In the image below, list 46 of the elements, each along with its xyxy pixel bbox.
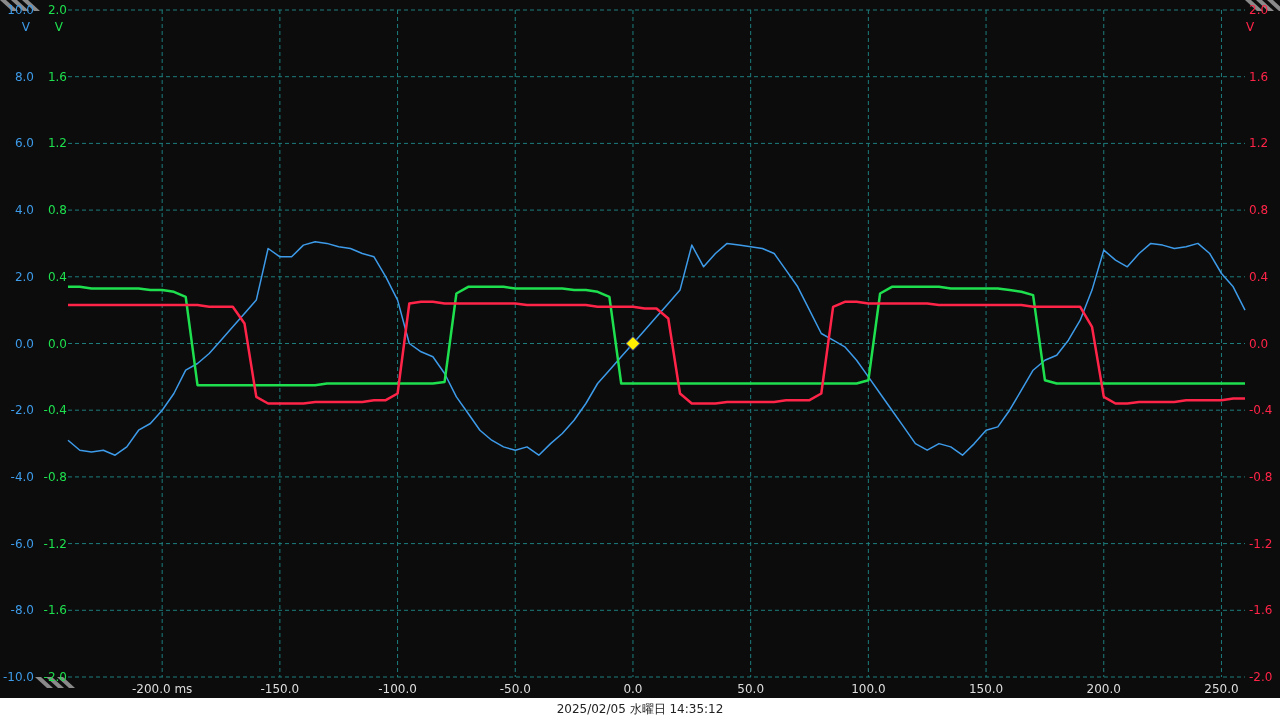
axis-tick-label: -4.0 (10, 469, 34, 484)
axis-tick-label: -200.0 ms (131, 682, 193, 696)
axis-tick-label: -0.8 (1249, 469, 1273, 484)
axis-tick-label: 200.0 (1086, 682, 1121, 696)
axis-tick-label: -1.2 (1249, 536, 1273, 551)
axis-tick-label: -8.0 (10, 603, 34, 618)
axis-tick-label: -6.0 (10, 536, 34, 551)
axis-unit-label: V (54, 20, 63, 34)
axis-tick-label: 0.4 (1249, 269, 1269, 284)
axis-tick-label: -100.0 (378, 682, 417, 696)
axis-tick-label: -50.0 (499, 682, 531, 696)
axis-tick-label: 2.0 (14, 269, 34, 284)
axis-tick-label: -1.6 (43, 603, 67, 618)
axis-tick-label: 8.0 (14, 69, 34, 84)
axis-unit-label: V (21, 20, 30, 34)
axis-tick-label: -2.0 (1249, 670, 1273, 684)
axis-tick-label: -150.0 (260, 682, 300, 696)
axis-tick-label: -1.2 (43, 536, 67, 551)
axis-tick-label: 250.0 (1204, 682, 1239, 696)
axis-tick-label: -2.0 (10, 403, 34, 418)
axis-tick-label: 4.0 (14, 203, 34, 218)
axis-tick-label: 0.4 (47, 269, 67, 284)
axis-tick-label: 1.6 (1249, 69, 1269, 84)
axis-tick-label: -1.6 (1249, 603, 1273, 618)
axis-unit-label: V (1246, 20, 1255, 34)
axis-tick-label: -10.0 (2, 670, 34, 684)
axis-tick-label: -0.4 (1249, 403, 1273, 418)
axis-tick-label: -0.4 (43, 403, 67, 418)
axis-tick-label: -0.8 (43, 469, 67, 484)
axis-tick-label: 1.2 (47, 136, 67, 151)
axis-tick-label: 1.6 (47, 69, 67, 84)
axis-tick-label: 0.0 (623, 682, 643, 696)
axis-tick-label: 50.0 (737, 682, 764, 696)
axis-tick-label: 1.2 (1249, 136, 1269, 151)
axis-tick-label: 0.0 (47, 336, 67, 351)
axis-tick-label: 2.0 (47, 3, 67, 17)
axis-tick-label: 6.0 (14, 136, 34, 151)
trigger-marker-icon[interactable] (625, 336, 641, 351)
axis-tick-label: 150.0 (968, 682, 1004, 696)
axis-tick-label: 100.0 (851, 682, 886, 696)
axis-tick-label: 0.8 (1249, 203, 1269, 218)
axis-tick-label: 2.0 (1249, 3, 1269, 17)
axis-tick-label: 0.0 (14, 336, 34, 351)
timestamp-text: 2025/02/05 水曜日 14:35:12 (556, 701, 724, 718)
axis-tick-label: 0.0 (1249, 336, 1269, 351)
axis-tick-label: 0.8 (47, 203, 67, 218)
